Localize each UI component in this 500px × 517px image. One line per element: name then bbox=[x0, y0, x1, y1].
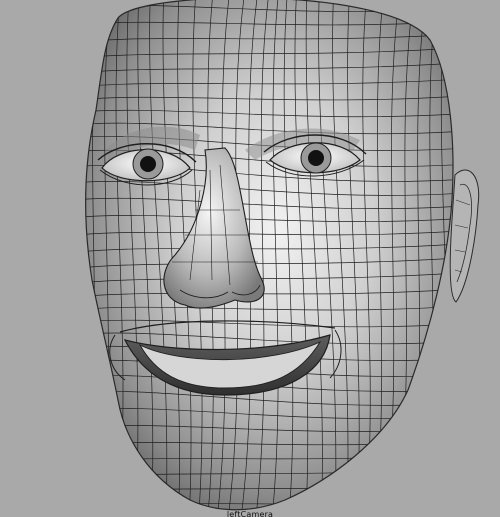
edge-ring bbox=[85, 0, 89, 510]
head-mesh-render[interactable] bbox=[0, 0, 500, 517]
camera-name-label: leftCamera bbox=[226, 510, 274, 517]
head-surface bbox=[85, 0, 454, 511]
ear-mesh bbox=[449, 169, 480, 303]
maya-viewport-panel[interactable]: leftCamera bbox=[0, 0, 500, 517]
